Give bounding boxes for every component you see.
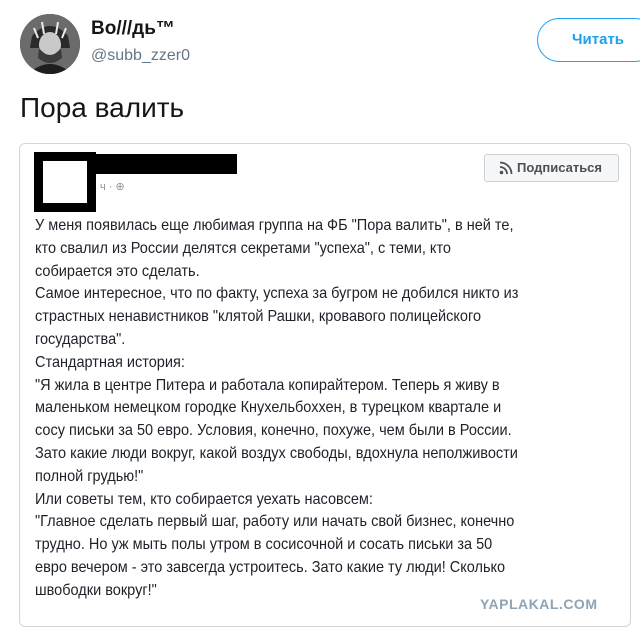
post-line: кто свалил из России делятся секретами "… [35, 239, 452, 257]
post-line: Или советы тем, кто собирается уехать на… [35, 490, 373, 508]
post-line: "Я жила в центре Питера и работала копир… [35, 376, 500, 394]
avatar-portrait-icon [20, 14, 80, 74]
post-line: трудно. Но уж мыть полы утром в сосисочн… [35, 536, 493, 554]
redacted-avatar [34, 152, 96, 212]
post-line: сосу письки за 50 евро. Условия, конечно… [35, 422, 512, 440]
post-line: маленьком немецком городке Кнухельбоххен… [35, 399, 502, 417]
tweet-text: Пора валить [20, 92, 185, 123]
post-line: "Главное сделать первый шаг, работу или … [35, 513, 515, 531]
post-line: Самое интересное, что по факту, успеха з… [35, 285, 519, 303]
post-body: У меня появилась еще любимая группа на Ф… [35, 215, 582, 603]
post-line: Зато какие люди вокруг, какой воздух сво… [35, 444, 518, 462]
post-line: евро вечером - это завсегда устроитесь. … [35, 558, 506, 576]
subscribe-label: Подписаться [517, 160, 603, 175]
rss-icon [499, 161, 513, 175]
avatar[interactable] [20, 14, 80, 74]
subscribe-button: Подписаться [484, 154, 619, 182]
display-name[interactable]: Во///дь™ [91, 18, 175, 40]
post-line: страстных ненавистников "клятой Рашки, к… [35, 308, 482, 326]
post-line: собирается это сделать. [35, 262, 200, 280]
post-line: У меня появилась еще любимая группа на Ф… [35, 217, 514, 234]
post-meta: ч · ⊕ [100, 181, 125, 193]
embedded-post-screenshot: ч · ⊕ Подписаться У меня появилась еще л… [19, 143, 631, 627]
watermark: YAPLAKAL.COM [480, 596, 598, 612]
follow-button[interactable]: Читать [537, 18, 640, 62]
redacted-author-name [96, 154, 237, 174]
post-line: Стандартная история: [35, 353, 185, 371]
user-handle[interactable]: @subb_zzer0 [91, 47, 190, 65]
post-line: государства". [35, 330, 126, 348]
post-line: полной грудью!" [35, 467, 144, 485]
